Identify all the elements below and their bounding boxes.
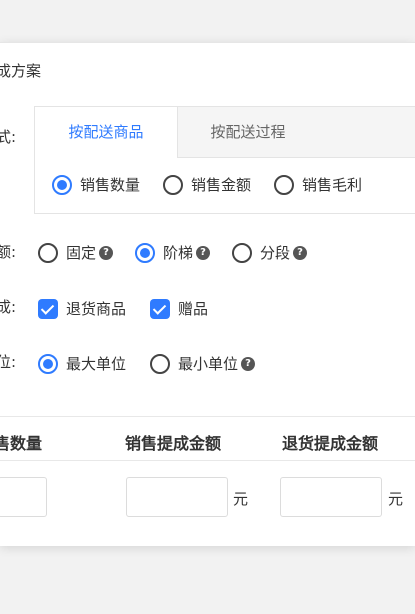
section-title: 成方案 bbox=[0, 62, 42, 80]
radio-off-icon bbox=[150, 353, 170, 374]
radio-sales-quantity[interactable]: 销售数量 bbox=[52, 174, 140, 195]
table-top-divider bbox=[0, 416, 415, 417]
checkbox-label: 赠品 bbox=[178, 300, 209, 318]
radio-label: 最大单位 bbox=[66, 355, 127, 373]
radio-max-unit[interactable]: 最大单位 bbox=[38, 353, 126, 374]
col-head-quantity: 售数量 bbox=[0, 434, 43, 453]
radio-off-icon bbox=[163, 174, 183, 195]
unit-label: 位: bbox=[0, 353, 17, 371]
tab-bar: 按配送商品 按配送过程 bbox=[35, 107, 415, 158]
col-head-sales-amount: 销售提成金额 bbox=[125, 434, 222, 453]
help-icon[interactable]: ? bbox=[293, 245, 308, 260]
radio-on-icon bbox=[135, 242, 155, 263]
sales-amount-input[interactable] bbox=[126, 477, 228, 517]
col-head-return-amount: 退货提成金额 bbox=[282, 434, 379, 453]
radio-segmented[interactable]: 分段 ? bbox=[232, 242, 308, 263]
help-icon[interactable]: ? bbox=[196, 245, 211, 260]
include-label: 成: bbox=[0, 298, 17, 316]
radio-label: 阶梯 bbox=[163, 244, 194, 262]
return-amount-unit: 元 bbox=[388, 490, 404, 508]
radio-label: 销售数量 bbox=[80, 176, 141, 194]
radio-tiered[interactable]: 阶梯 ? bbox=[135, 242, 211, 263]
radio-off-icon bbox=[232, 242, 252, 263]
radio-off-icon bbox=[274, 174, 294, 195]
help-icon[interactable]: ? bbox=[99, 245, 114, 260]
mode-tab-box: 按配送商品 按配送过程 销售数量 销售金额 销售毛利 bbox=[34, 106, 415, 214]
tab-by-product[interactable]: 按配送商品 bbox=[35, 107, 178, 158]
tab-by-process[interactable]: 按配送过程 bbox=[183, 107, 313, 157]
radio-label: 分段 bbox=[260, 244, 291, 262]
radio-min-unit[interactable]: 最小单位 ? bbox=[150, 353, 256, 374]
checkbox-gifts[interactable]: 赠品 bbox=[150, 298, 208, 319]
radio-on-icon bbox=[52, 174, 72, 195]
radio-label: 销售毛利 bbox=[302, 176, 363, 194]
checkbox-checked-icon bbox=[38, 298, 58, 319]
radio-label: 销售金额 bbox=[191, 176, 252, 194]
sales-amount-unit: 元 bbox=[233, 490, 249, 508]
checkbox-label: 退货商品 bbox=[66, 300, 127, 318]
return-amount-input[interactable] bbox=[280, 477, 382, 517]
help-icon[interactable]: ? bbox=[241, 356, 256, 371]
radio-on-icon bbox=[38, 353, 58, 374]
checkbox-checked-icon bbox=[150, 298, 170, 319]
radio-label: 固定 bbox=[66, 244, 97, 262]
mode-label: 式: bbox=[0, 128, 17, 146]
checkbox-returns[interactable]: 退货商品 bbox=[38, 298, 126, 319]
radio-sales-margin[interactable]: 销售毛利 bbox=[274, 174, 362, 195]
radio-off-icon bbox=[38, 242, 58, 263]
radio-sales-amount[interactable]: 销售金额 bbox=[163, 174, 251, 195]
radio-fixed[interactable]: 固定 ? bbox=[38, 242, 114, 263]
quantity-input[interactable] bbox=[0, 477, 47, 517]
amount-label: 额: bbox=[0, 243, 17, 261]
radio-label: 最小单位 bbox=[178, 355, 239, 373]
table-head-divider bbox=[0, 460, 415, 461]
